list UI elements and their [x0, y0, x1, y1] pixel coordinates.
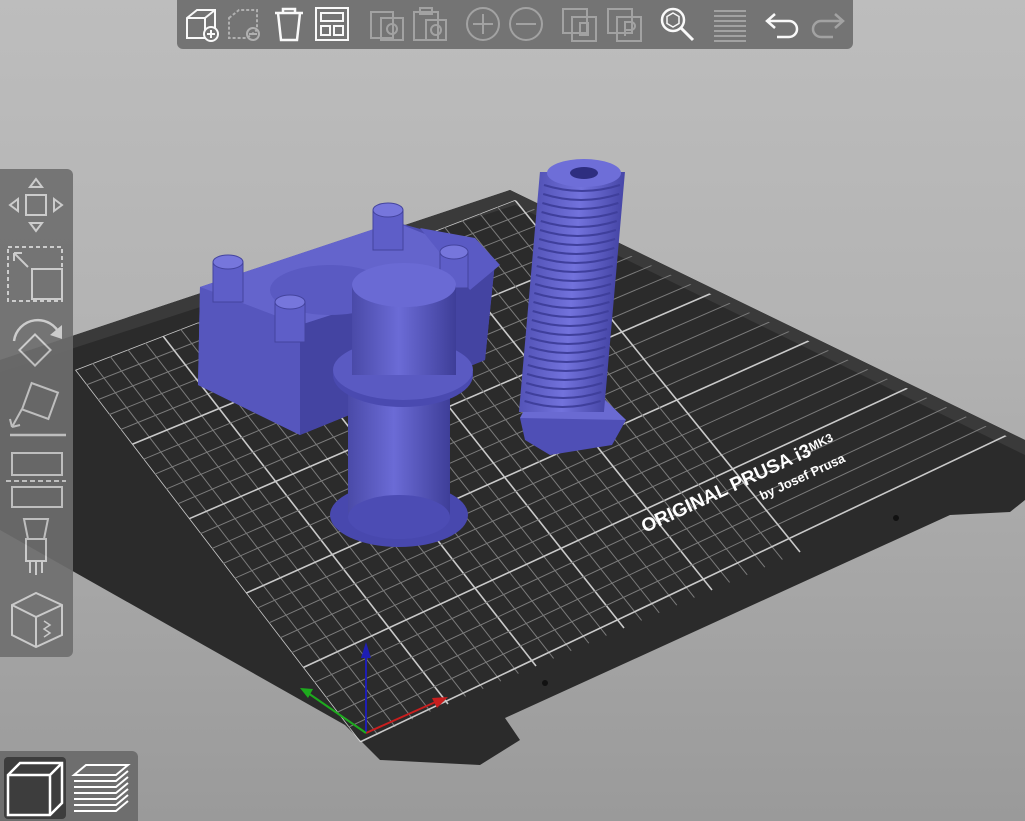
search-icon	[660, 7, 695, 42]
arrange-button[interactable]	[312, 4, 352, 44]
preview-button[interactable]	[70, 757, 132, 819]
minus-circle-icon	[509, 7, 543, 41]
view-toggle	[0, 751, 138, 821]
undo-button[interactable]	[763, 4, 803, 44]
top-toolbar	[177, 0, 853, 49]
split-parts-icon	[607, 8, 642, 42]
delete-all-button[interactable]	[269, 4, 309, 44]
print-bed: ORIGINAL PRUSA i3 MK3 by Josef Prusa	[0, 190, 1025, 765]
move-tool-button[interactable]	[4, 173, 68, 237]
layers-icon	[714, 10, 746, 42]
add-instance-button[interactable]	[463, 4, 503, 44]
split-to-parts-button[interactable]	[605, 4, 645, 44]
3d-view-button[interactable]	[4, 757, 66, 819]
seam-cube-icon	[11, 591, 63, 649]
layer-editing-button[interactable]	[710, 4, 750, 44]
place-on-face-tool-button[interactable]	[4, 379, 68, 443]
redo-icon	[811, 13, 845, 39]
add-cube-icon	[186, 9, 219, 42]
move-icon	[8, 177, 64, 233]
arrange-icon	[315, 7, 349, 41]
place-on-face-icon	[9, 381, 66, 437]
undo-icon	[765, 13, 799, 39]
delete-cube-icon	[228, 9, 260, 41]
redo-button[interactable]	[807, 4, 847, 44]
paint-seam-tool-button[interactable]	[4, 587, 68, 651]
rotate-icon	[12, 318, 62, 367]
gizmo-toolbar	[0, 169, 73, 657]
split-objects-icon	[562, 8, 597, 42]
cube-icon	[6, 761, 64, 817]
remove-instance-button[interactable]	[506, 4, 546, 44]
scale-icon	[7, 246, 63, 302]
add-object-button[interactable]	[181, 4, 221, 44]
paste-button[interactable]	[410, 4, 450, 44]
paint-supports-tool-button[interactable]	[4, 515, 68, 579]
delete-button[interactable]	[223, 4, 263, 44]
rotate-tool-button[interactable]	[4, 311, 68, 375]
cut-tool-button[interactable]	[4, 447, 68, 511]
copy-icon	[370, 11, 404, 41]
plus-circle-icon	[466, 7, 500, 41]
copy-button[interactable]	[367, 4, 407, 44]
layers-stack-icon	[71, 764, 131, 812]
split-to-objects-button[interactable]	[560, 4, 600, 44]
brush-icon	[22, 518, 50, 575]
cut-icon	[6, 452, 66, 508]
search-button[interactable]	[657, 4, 697, 44]
scale-tool-button[interactable]	[4, 241, 68, 305]
paste-icon	[413, 7, 447, 41]
3d-viewport[interactable]: ORIGINAL PRUSA i3 MK3 by Josef Prusa	[0, 0, 1025, 821]
trash-icon	[275, 7, 303, 42]
